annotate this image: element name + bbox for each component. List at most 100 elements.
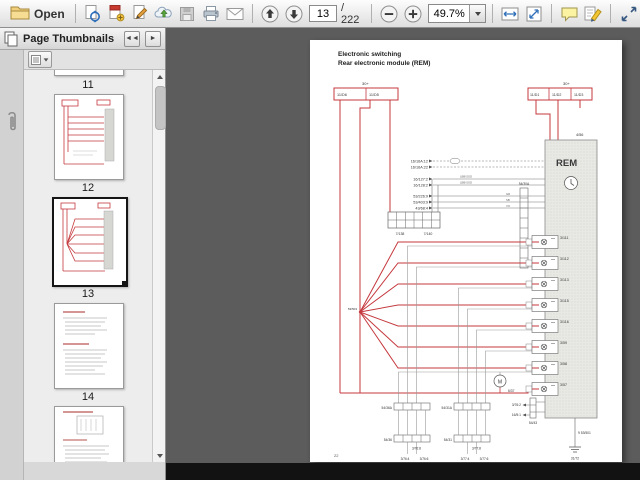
zoom-level-input[interactable] xyxy=(429,6,469,21)
collapse-icon[interactable]: ◄◄ xyxy=(124,31,140,47)
page-total-label: / 222 xyxy=(341,2,363,26)
create-pdf-button[interactable] xyxy=(105,3,128,25)
thumbnail-page-13-selected[interactable] xyxy=(52,197,128,287)
fit-page-icon xyxy=(524,4,544,24)
ground-strip-label: 54/36 xyxy=(384,438,392,442)
wire-ref: 16/16A:22 xyxy=(411,166,428,170)
thumbnail-page-12[interactable] xyxy=(54,94,124,180)
wire-ref: 16/16A:12 xyxy=(411,160,428,164)
previous-page-icon xyxy=(260,4,280,24)
wire-name: LBB/SGD xyxy=(460,181,472,185)
ground-point-label: 31/72 xyxy=(571,457,579,461)
highlight-button[interactable] xyxy=(582,3,605,25)
comment-button[interactable] xyxy=(558,3,581,25)
fit-width-button[interactable] xyxy=(499,3,522,25)
ground-ref: 3/76:8 xyxy=(412,447,421,451)
paperclip-icon[interactable] xyxy=(4,110,20,136)
unit-label: 3/116 xyxy=(560,320,569,324)
thumbnail-page-15[interactable] xyxy=(54,406,124,462)
open-button[interactable]: Open xyxy=(6,3,69,25)
create-pdf-icon xyxy=(107,4,126,23)
unit-label: 3/58 xyxy=(560,362,567,366)
ground-ref: 3/76:6 xyxy=(420,457,429,461)
unit-label: 3/59 xyxy=(560,341,567,345)
edit-pdf-button[interactable] xyxy=(129,3,152,25)
zoom-in-button[interactable] xyxy=(402,3,425,25)
sidebar-panel: Page Thumbnails ◄◄ ► 11 12 xyxy=(0,28,166,480)
ground-strip-label: 54/31 xyxy=(444,438,452,442)
thumbnail-page-14[interactable] xyxy=(54,303,124,389)
next-page-button[interactable] xyxy=(282,3,305,25)
options-icon[interactable] xyxy=(28,51,52,68)
wire-ref: 16/128:2 xyxy=(413,184,428,188)
sidebar-title: Page Thumbnails xyxy=(23,33,119,45)
export-pdf-button[interactable] xyxy=(82,3,105,25)
divider xyxy=(371,4,372,23)
folder-icon xyxy=(10,3,30,25)
page-thumbnails-icon xyxy=(4,31,18,47)
thumbnail-scrollbar[interactable] xyxy=(152,70,165,462)
chevron-down-icon xyxy=(475,12,481,16)
power-label-left: 30+ xyxy=(362,81,369,86)
comment-icon xyxy=(560,5,580,23)
print-button[interactable] xyxy=(200,3,223,25)
thumbnail-label: 13 xyxy=(24,288,152,300)
unit-label: 3/112 xyxy=(560,257,569,261)
highlight-icon xyxy=(583,4,603,23)
ground-strip-label: 54/36A xyxy=(382,406,393,410)
list-icon xyxy=(31,55,41,65)
diagram-title-2: Rear electronic module (REM) xyxy=(338,60,430,67)
email-icon xyxy=(225,6,245,22)
save-button[interactable] xyxy=(176,3,199,25)
unit-label: 3/115 xyxy=(560,299,569,303)
chevron-down-icon xyxy=(44,58,49,61)
edit-pdf-icon xyxy=(131,4,150,23)
scroll-down-icon[interactable] xyxy=(153,449,166,462)
unit-label: 3/57 xyxy=(560,383,567,387)
selection-handle xyxy=(122,281,128,287)
fullscreen-icon xyxy=(619,4,639,24)
wire-ref: 43/68:4 xyxy=(415,207,428,211)
divider xyxy=(492,4,493,23)
cloud-upload-button[interactable] xyxy=(152,3,175,25)
scrollbar-thumb[interactable] xyxy=(155,86,166,130)
sidebar-header: Page Thumbnails ◄◄ ► xyxy=(0,28,165,50)
email-button[interactable] xyxy=(223,3,246,25)
fuse-label: 11/D2 xyxy=(552,93,561,97)
fuse-label: 11/D6 xyxy=(337,93,347,97)
wire-ref: 3/76:2 xyxy=(512,403,521,407)
connector-column-label: 54/30A xyxy=(519,182,530,186)
previous-page-button[interactable] xyxy=(259,3,282,25)
zoom-out-icon xyxy=(379,4,399,24)
inline-connector-label: 7/138 xyxy=(396,232,405,236)
thumbnail-page-11[interactable] xyxy=(54,70,124,76)
document-page[interactable]: Electronic switching Rear electronic mod… xyxy=(310,40,622,462)
ground-strip-label: 54/31A xyxy=(442,406,453,410)
rem-label: REM xyxy=(556,158,577,169)
unit-label: 3/113 xyxy=(560,278,569,282)
rem-top-connector-label: 4/56 xyxy=(576,133,583,137)
bottom-bar xyxy=(166,463,640,480)
ground-ref: 3/77:4 xyxy=(461,457,470,461)
expand-icon[interactable]: ► xyxy=(145,31,161,47)
zoom-dropdown-button[interactable] xyxy=(469,5,485,22)
page-number-input[interactable] xyxy=(309,5,337,22)
fuse-label: 11/D3 xyxy=(574,93,583,97)
wire-ref: 53/226:9 xyxy=(413,195,428,199)
thumbnail-list: 11 12 13 xyxy=(24,70,165,462)
ground-ref: 3/77:8 xyxy=(472,447,481,451)
page-footer-number: 22 xyxy=(334,453,339,458)
export-pdf-icon xyxy=(83,4,102,23)
scroll-up-icon[interactable] xyxy=(153,70,166,83)
document-pane: Electronic switching Rear electronic mod… xyxy=(166,28,640,480)
divider xyxy=(610,4,611,23)
wire-ref: 16/5:1 xyxy=(512,413,521,417)
wire-code: GR xyxy=(506,192,510,196)
thumbnail-label: 14 xyxy=(24,391,152,403)
fullscreen-button[interactable] xyxy=(617,3,640,25)
fit-page-button[interactable] xyxy=(523,3,546,25)
main-toolbar: Open / 222 xyxy=(0,0,640,28)
zoom-out-button[interactable] xyxy=(378,3,401,25)
divider xyxy=(252,4,253,23)
thumbnail-preview xyxy=(55,304,123,388)
